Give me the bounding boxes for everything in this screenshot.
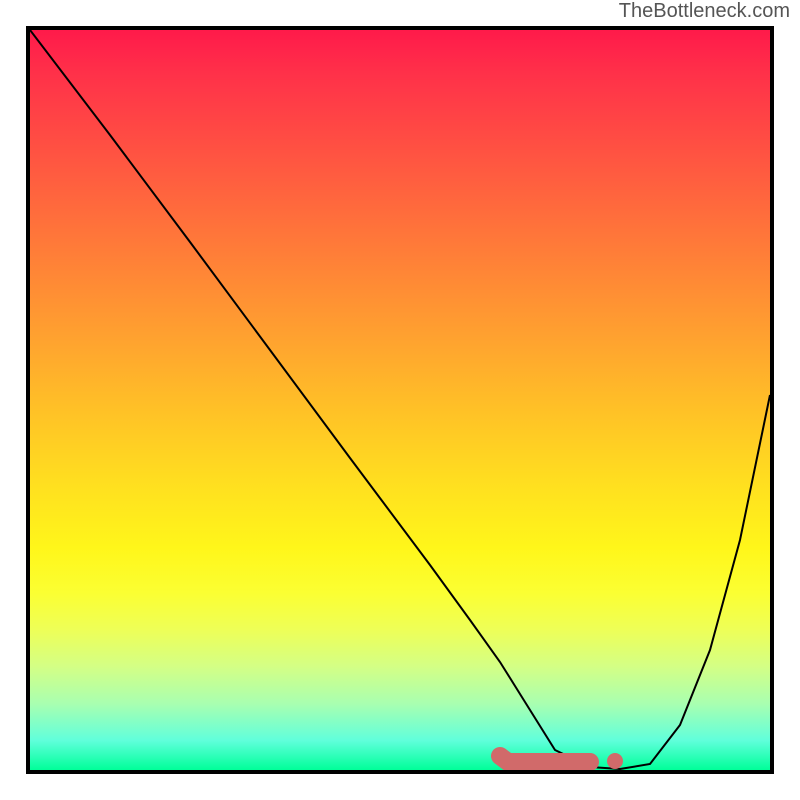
optimal-point-dot [607,753,623,769]
watermark-text: TheBottleneck.com [619,0,790,23]
bottleneck-curve [30,30,770,769]
chart-container: TheBottleneck.com [0,0,800,800]
optimal-range-marker [500,756,590,762]
plot-area [26,26,774,774]
chart-svg [30,30,770,770]
